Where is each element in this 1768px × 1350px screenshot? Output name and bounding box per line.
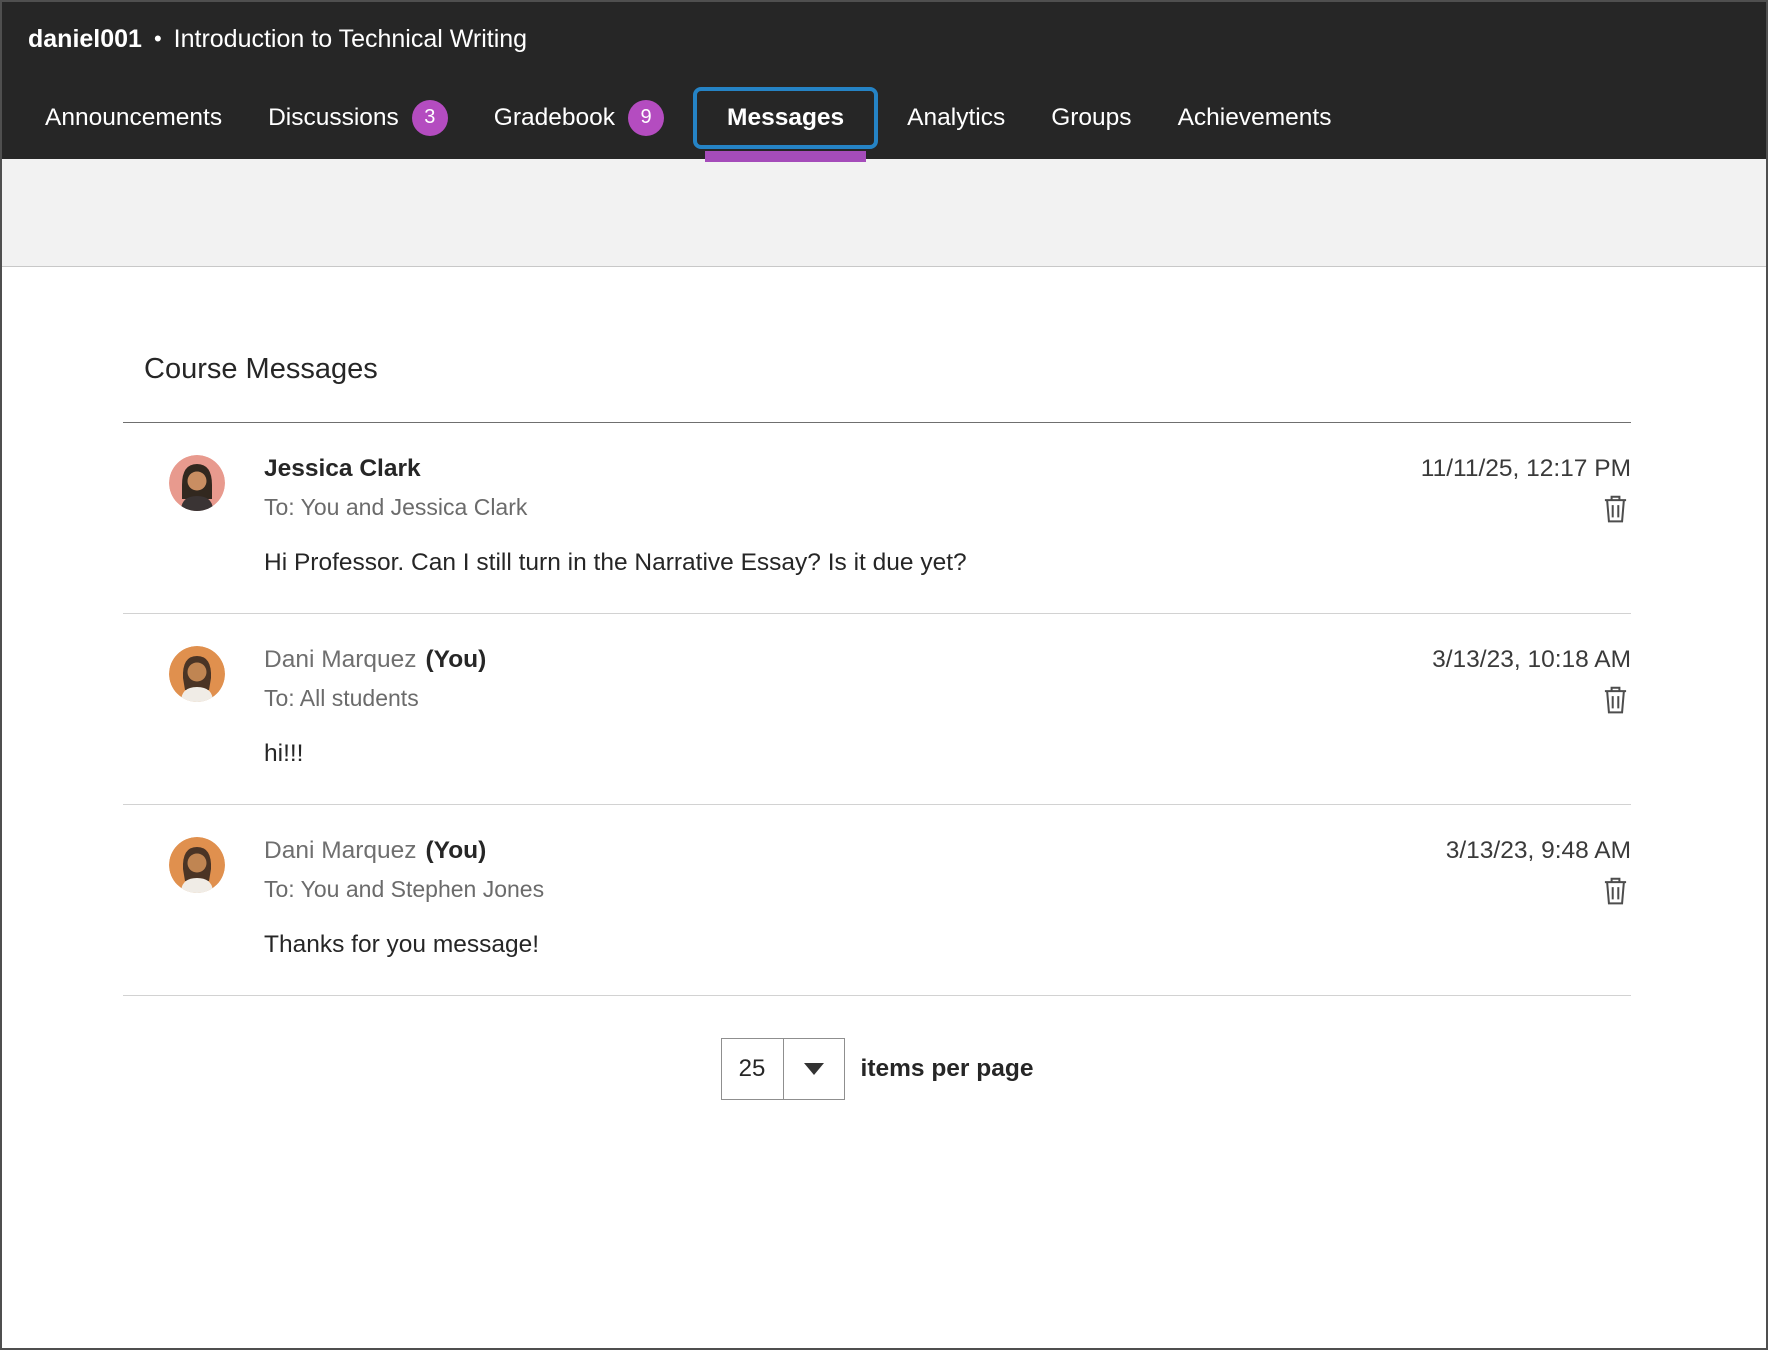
sender-line: Dani Marquez (You) xyxy=(264,646,1432,674)
avatar-column xyxy=(123,453,264,577)
message-main: Dani Marquez (You) To: You and Stephen J… xyxy=(264,835,1446,959)
items-per-page-label: items per page xyxy=(861,1055,1034,1083)
sender-line: Jessica Clark xyxy=(264,455,1421,483)
avatar-image xyxy=(169,646,225,702)
delete-message-button[interactable] xyxy=(1600,874,1631,910)
message-body: Hi Professor. Can I still turn in the Na… xyxy=(264,549,1421,577)
trash-icon xyxy=(1602,494,1629,523)
tab-announcements-label: Announcements xyxy=(45,104,222,132)
avatar-column xyxy=(123,644,264,768)
avatar-image xyxy=(169,455,225,511)
avatar xyxy=(169,455,225,511)
tab-gradebook[interactable]: Gradebook 9 xyxy=(471,84,687,152)
message-main: Jessica Clark To: You and Jessica Clark … xyxy=(264,453,1421,577)
avatar xyxy=(169,837,225,893)
tab-discussions[interactable]: Discussions 3 xyxy=(245,84,471,152)
tab-announcements[interactable]: Announcements xyxy=(22,88,245,148)
message-meta: 3/13/23, 9:48 AM xyxy=(1446,835,1631,959)
username: daniel001 xyxy=(28,25,142,54)
sender-name[interactable]: Dani Marquez xyxy=(264,646,417,674)
sender-name[interactable]: Jessica Clark xyxy=(264,455,421,483)
trash-icon xyxy=(1602,876,1629,905)
tab-discussions-label: Discussions xyxy=(268,104,399,132)
course-nav: Announcements Discussions 3 Gradebook 9 … xyxy=(2,76,1766,159)
gradebook-count-badge: 9 xyxy=(628,100,664,136)
timestamp: 3/13/23, 10:18 AM xyxy=(1432,646,1631,674)
dropdown-caret-box xyxy=(784,1039,844,1099)
items-per-page-value: 25 xyxy=(722,1039,784,1099)
recipients-line: To: You and Jessica Clark xyxy=(264,494,1421,521)
tab-groups-label: Groups xyxy=(1051,104,1131,132)
tab-analytics-label: Analytics xyxy=(907,104,1005,132)
avatar-column xyxy=(123,835,264,959)
trash-icon xyxy=(1602,685,1629,714)
tab-analytics[interactable]: Analytics xyxy=(884,88,1028,148)
chevron-down-icon xyxy=(804,1063,824,1075)
tab-achievements[interactable]: Achievements xyxy=(1155,88,1355,148)
timestamp: 11/11/25, 12:17 PM xyxy=(1421,455,1631,483)
course-messages-page: daniel001 • Introduction to Technical Wr… xyxy=(0,0,1768,1350)
tab-achievements-label: Achievements xyxy=(1178,104,1332,132)
message-body: hi!!! xyxy=(264,740,1432,768)
topbar: daniel001 • Introduction to Technical Wr… xyxy=(2,2,1766,76)
pagination: 25 items per page xyxy=(123,1038,1631,1100)
recipients-line: To: You and Stephen Jones xyxy=(264,876,1446,903)
message-row[interactable]: Jessica Clark To: You and Jessica Clark … xyxy=(123,423,1631,614)
title-separator: • xyxy=(154,26,162,52)
message-row[interactable]: Dani Marquez (You) To: You and Stephen J… xyxy=(123,805,1631,996)
message-meta: 3/13/23, 10:18 AM xyxy=(1432,644,1631,768)
page-title: Course Messages xyxy=(144,353,1631,386)
sender-you-label: (You) xyxy=(426,646,487,674)
items-per-page-select[interactable]: 25 xyxy=(721,1038,845,1100)
delete-message-button[interactable] xyxy=(1600,492,1631,528)
recipients-line: To: All students xyxy=(264,685,1432,712)
course-title: Introduction to Technical Writing xyxy=(174,25,527,54)
main-content: Course Messages Jessica Clark xyxy=(2,353,1766,1100)
sender-name[interactable]: Dani Marquez xyxy=(264,837,417,865)
timestamp: 3/13/23, 9:48 AM xyxy=(1446,837,1631,865)
tab-gradebook-label: Gradebook xyxy=(494,104,615,132)
avatar xyxy=(169,646,225,702)
message-main: Dani Marquez (You) To: All students hi!!… xyxy=(264,644,1432,768)
message-meta: 11/11/25, 12:17 PM xyxy=(1421,453,1631,577)
subheader-strip xyxy=(2,159,1766,267)
tab-messages-label: Messages xyxy=(727,104,844,132)
tab-messages[interactable]: Messages xyxy=(693,87,878,149)
discussions-count-badge: 3 xyxy=(412,100,448,136)
delete-message-button[interactable] xyxy=(1600,683,1631,719)
sender-you-label: (You) xyxy=(426,837,487,865)
message-body: Thanks for you message! xyxy=(264,931,1446,959)
tab-groups[interactable]: Groups xyxy=(1028,88,1154,148)
avatar-image xyxy=(169,837,225,893)
message-row[interactable]: Dani Marquez (You) To: All students hi!!… xyxy=(123,614,1631,805)
sender-line: Dani Marquez (You) xyxy=(264,837,1446,865)
